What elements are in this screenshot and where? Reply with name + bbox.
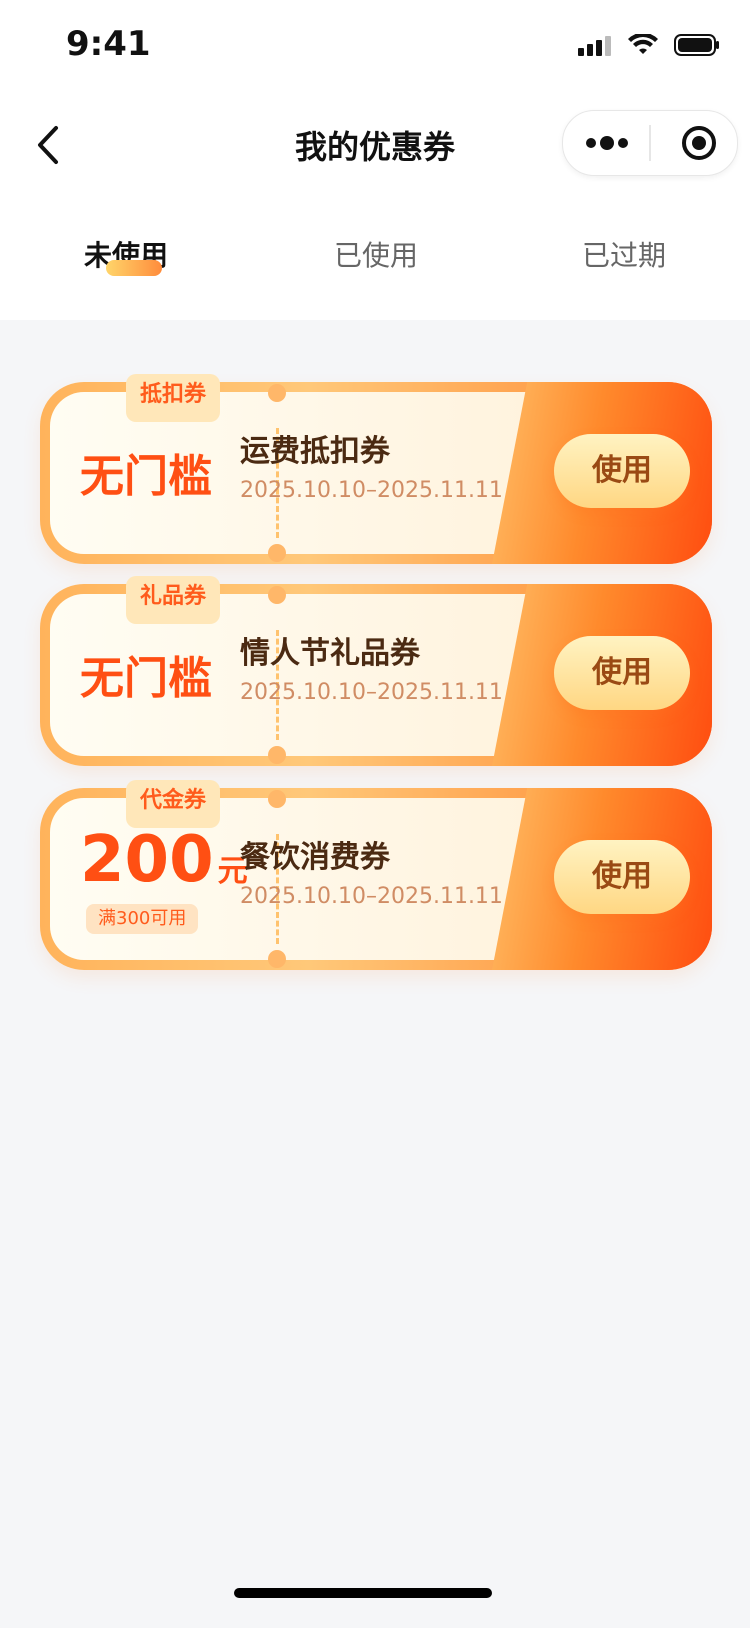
coupon-badge: 代金券 bbox=[126, 780, 221, 828]
coupon-notch-bottom bbox=[268, 544, 286, 562]
coupon-notch-top bbox=[268, 586, 286, 604]
coupon-notch-top bbox=[268, 790, 286, 808]
coupon-title: 餐饮消费券 bbox=[240, 840, 390, 875]
coupon-badge: 抵扣券 bbox=[126, 374, 221, 422]
use-button[interactable]: 使用 bbox=[554, 636, 690, 710]
coupon-card: 抵扣券 无门槛 运费抵扣券 2025.10.10–2025.11.11 使用 bbox=[40, 374, 712, 564]
coupon-title: 情人节礼品券 bbox=[240, 636, 420, 671]
coupon-threshold: 无门槛 bbox=[80, 653, 212, 704]
coupon-notch-bottom bbox=[268, 746, 286, 764]
use-button[interactable]: 使用 bbox=[554, 840, 690, 914]
capsule-divider bbox=[649, 125, 651, 161]
coupon-title: 运费抵扣券 bbox=[240, 434, 390, 469]
status-bar: 9:41 bbox=[0, 0, 750, 90]
active-tab-indicator bbox=[106, 260, 162, 276]
tab-expired[interactable]: 已过期 bbox=[582, 234, 666, 274]
header: 9:41 我的优惠券 未使用 已使用 已过期 bbox=[0, 0, 750, 320]
coupon-notch-bottom bbox=[268, 950, 286, 968]
status-time: 9:41 bbox=[66, 24, 151, 64]
coupon-badge: 礼品券 bbox=[126, 576, 221, 624]
coupon-card: 代金券 200 元 满300可用 餐饮消费券 2025.10.10–2025.11… bbox=[40, 780, 712, 970]
coupon-condition: 满300可用 bbox=[86, 904, 199, 934]
coupon-amount: 200 元 bbox=[80, 828, 248, 904]
status-icons bbox=[578, 34, 720, 56]
coupon-date: 2025.10.10–2025.11.11 bbox=[240, 680, 503, 705]
coupon-card: 礼品券 无门槛 情人节礼品券 2025.10.10–2025.11.11 使用 bbox=[40, 576, 712, 766]
coupon-date: 2025.10.10–2025.11.11 bbox=[240, 478, 503, 503]
miniapp-capsule bbox=[562, 110, 738, 176]
coupon-amount-value: 200 bbox=[80, 823, 214, 897]
target-icon[interactable] bbox=[681, 125, 717, 161]
coupon-notch-top bbox=[268, 384, 286, 402]
wifi-icon bbox=[628, 34, 658, 54]
coupon-threshold: 无门槛 bbox=[80, 451, 212, 502]
tab-used[interactable]: 已使用 bbox=[334, 234, 418, 274]
use-button[interactable]: 使用 bbox=[554, 434, 690, 508]
coupon-date: 2025.10.10–2025.11.11 bbox=[240, 884, 503, 909]
tabs: 未使用 已使用 已过期 bbox=[0, 210, 750, 290]
home-indicator bbox=[234, 1588, 492, 1598]
signal-icon bbox=[578, 36, 611, 56]
battery-icon bbox=[674, 34, 719, 56]
navbar: 我的优惠券 bbox=[0, 100, 750, 190]
more-dots-icon[interactable] bbox=[585, 127, 629, 159]
